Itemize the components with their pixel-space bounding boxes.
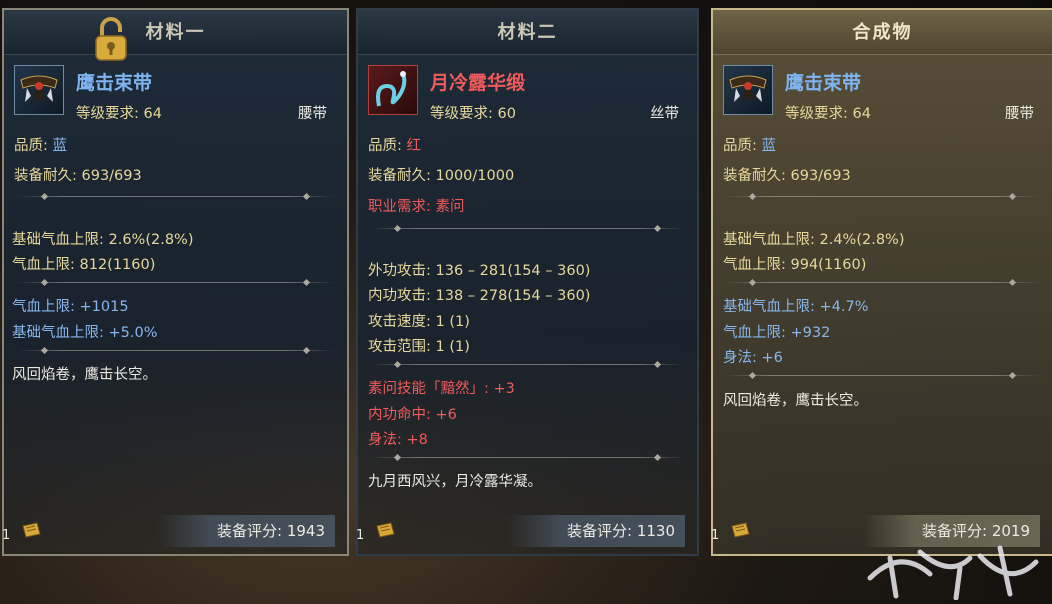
base-stat: 内功攻击: 138 – 278(154 – 360) [368, 288, 591, 304]
quality-row: 品质: 蓝 [723, 134, 776, 155]
bonus-stat: 素问技能「黯然」: +3 [368, 381, 515, 397]
ribbon-item-icon[interactable] [368, 65, 418, 115]
quality-label: 品质: [723, 138, 762, 154]
panel-header: 合成物 [713, 10, 1052, 55]
item-name: 鹰击束带 [785, 72, 862, 94]
equipment-score: 装备评分: 1943 [157, 515, 335, 547]
padlock-icon[interactable] [94, 16, 128, 62]
belt-item-icon[interactable] [723, 65, 773, 115]
base-stat: 基础气血上限: 2.4%(2.8%) [723, 232, 905, 248]
material-two-panel: 材料二 月冷露华缎 等级要求: 60 丝带 品质: 红 装备耐久: 1000/1… [356, 8, 699, 556]
bonus-stat: 身法: +8 [368, 432, 428, 448]
level-requirement: 等级要求: 64 [785, 106, 871, 122]
base-stat: 基础气血上限: 2.6%(2.8%) [12, 232, 194, 248]
flavor-text: 风回焰卷，鹰击长空。 [723, 393, 868, 409]
base-stat: 气血上限: 994(1160) [723, 257, 867, 273]
divider [725, 196, 1040, 197]
item-quantity: 1 [2, 528, 11, 543]
synthesis-result-panel: 合成物 鹰击束带 等级要求: 64 腰带 品质: 蓝 装备耐久: 693/693… [711, 8, 1052, 556]
bonus-stat: 基础气血上限: +5.0% [12, 325, 158, 341]
calligraphy-watermark [867, 545, 1039, 600]
item-quantity: 1 [711, 528, 720, 543]
quality-label: 品质: [368, 138, 407, 154]
level-requirement: 等级要求: 64 [76, 106, 162, 122]
item-name: 月冷露华缎 [430, 72, 526, 94]
durability: 装备耐久: 1000/1000 [368, 168, 515, 184]
divider [725, 375, 1040, 376]
equipment-slot: 丝带 [650, 106, 679, 122]
belt-item-icon[interactable] [14, 65, 64, 115]
equipment-slot: 腰带 [1005, 106, 1034, 122]
bonus-stat: 气血上限: +932 [723, 325, 831, 341]
quality-row: 品质: 蓝 [14, 134, 67, 155]
class-requirement: 职业需求: 素问 [368, 199, 465, 215]
base-stat: 攻击范围: 1 (1) [368, 339, 470, 355]
bonus-stat: 气血上限: +1015 [12, 299, 129, 315]
quality-value: 红 [406, 138, 422, 154]
divider [370, 228, 685, 229]
base-stat: 外功攻击: 136 – 281(154 – 360) [368, 263, 591, 279]
bonus-stat: 身法: +6 [723, 350, 783, 366]
panel-header: 材料二 [358, 10, 697, 55]
scroll-icon[interactable] [374, 522, 396, 538]
equipment-slot: 腰带 [298, 106, 327, 122]
bonus-stat: 基础气血上限: +4.7% [723, 299, 869, 315]
quality-row: 品质: 红 [368, 134, 421, 155]
panel-header: 材料一 [4, 10, 347, 55]
base-stat: 气血上限: 812(1160) [12, 257, 156, 273]
durability: 装备耐久: 693/693 [723, 168, 851, 184]
base-stat: 攻击速度: 1 (1) [368, 314, 470, 330]
divider [16, 282, 335, 283]
flavor-text: 风回焰卷，鹰击长空。 [12, 367, 157, 383]
quality-value: 蓝 [52, 138, 68, 154]
divider [370, 457, 685, 458]
bonus-stat: 内功命中: +6 [368, 407, 457, 423]
durability: 装备耐久: 693/693 [14, 168, 142, 184]
divider [16, 350, 335, 351]
item-quantity: 1 [356, 528, 365, 543]
quality-label: 品质: [14, 138, 53, 154]
scroll-icon[interactable] [729, 522, 751, 538]
material-one-panel: 材料一 鹰击束带 等级要求: 64 腰带 品质: 蓝 装备耐久: 693/693… [2, 8, 349, 556]
level-requirement: 等级要求: 60 [430, 106, 516, 122]
scroll-icon[interactable] [20, 522, 42, 538]
divider [370, 364, 685, 365]
divider [16, 196, 335, 197]
equipment-score: 装备评分: 1130 [507, 515, 685, 547]
divider [725, 282, 1040, 283]
item-name: 鹰击束带 [76, 72, 153, 94]
quality-value: 蓝 [761, 138, 777, 154]
flavor-text: 九月西风兴，月冷露华凝。 [368, 474, 542, 490]
